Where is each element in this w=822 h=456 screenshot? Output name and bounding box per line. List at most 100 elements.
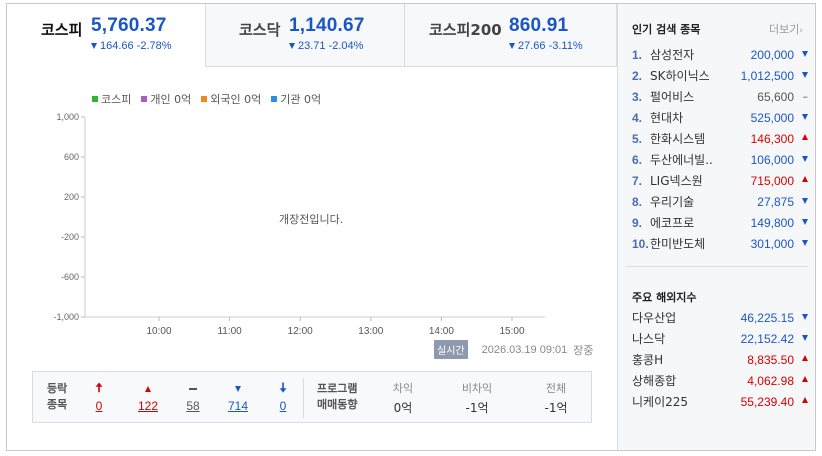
program-total: 전체 -1억 bbox=[531, 381, 581, 416]
program-value: -1억 bbox=[465, 401, 489, 415]
more-text: 더보기 bbox=[769, 23, 800, 36]
label-line: 종목 bbox=[47, 398, 68, 411]
change-indicator bbox=[794, 155, 808, 165]
chart-legend: 코스피 개인 0억 외국인 0억 기관 0억 bbox=[92, 91, 321, 107]
program-value: -1억 bbox=[544, 401, 568, 415]
stock-price: 106,000 bbox=[750, 152, 794, 167]
advance-decline-box: 등락 종목 🠅 0 122 58 714 🠇 0 프로그램 매매동향 차익 0억… bbox=[32, 371, 592, 423]
world-index-row[interactable]: 상해종합 4,062.98 bbox=[632, 370, 808, 391]
stock-price: 715,000 bbox=[750, 173, 794, 188]
rank-number: 1. bbox=[632, 47, 643, 62]
y-tick-label: -200 bbox=[61, 232, 79, 242]
legend-item: 개인 0억 bbox=[141, 91, 191, 107]
y-tick-label: -600 bbox=[61, 272, 79, 282]
legend-label: 개인 0억 bbox=[150, 93, 192, 106]
world-index-row[interactable]: 다우산업 46,225.15 bbox=[632, 307, 808, 328]
rank-number: 2. bbox=[632, 68, 643, 83]
popular-stock-row[interactable]: 3. 펄어비스 65,600– bbox=[632, 86, 808, 107]
timestamp-bar: 실시간 2026.03.19 09:01 장중 bbox=[434, 340, 594, 359]
down-triangle-icon bbox=[802, 334, 808, 341]
popular-stock-row[interactable]: 5. 한화시스템 146,300 bbox=[632, 128, 808, 149]
tab-name: 코스닥 bbox=[239, 21, 281, 39]
lower-limit-count[interactable]: 0 bbox=[273, 399, 293, 413]
popular-stock-row[interactable]: 1. 삼성전자 200,000 bbox=[632, 44, 808, 65]
tab-change-text: 27.66 -3.11% bbox=[518, 40, 583, 52]
x-tick-label: 15:00 bbox=[499, 326, 524, 337]
index-name: 다우산업 bbox=[632, 311, 677, 325]
x-tick-label: 12:00 bbox=[288, 326, 313, 337]
rank-number: 4. bbox=[632, 110, 643, 125]
legend-item: 코스피 bbox=[92, 91, 131, 107]
index-name: 니케이225 bbox=[632, 395, 689, 409]
tab-name: 코스피200 bbox=[429, 19, 502, 40]
upper-limit-icon: 🠅 bbox=[95, 381, 103, 396]
world-index-list: 다우산업 46,225.15 나스닥 22,152.42 홍콩H 8,835.50 상해종합… bbox=[632, 307, 808, 412]
change-indicator bbox=[794, 71, 808, 81]
rise-count[interactable]: 122 bbox=[133, 399, 163, 413]
down-triangle-icon bbox=[802, 50, 808, 57]
lower-limit-col: 🠇 0 bbox=[273, 381, 293, 413]
legend-swatch bbox=[201, 96, 208, 102]
y-tick-label: 1,000 bbox=[56, 112, 79, 122]
tab-name-text: 코스피200 bbox=[429, 21, 502, 39]
program-head: 전체 bbox=[545, 382, 567, 395]
change-indicator: – bbox=[794, 90, 809, 103]
y-tick-label: -1,000 bbox=[53, 312, 79, 322]
world-index-row[interactable]: 홍콩H 8,835.50 bbox=[632, 349, 808, 370]
tab-name: 코스피 bbox=[41, 21, 83, 39]
realtime-button[interactable]: 실시간 bbox=[434, 340, 468, 359]
chart-message: 개장전입니다. bbox=[279, 213, 344, 226]
tab-kospi200[interactable]: 코스피200 860.91 27.66 -3.11% bbox=[405, 4, 617, 67]
down-triangle-icon bbox=[802, 313, 808, 320]
chevron-right-icon: › bbox=[799, 26, 803, 36]
tab-value: 1,140.67 bbox=[289, 15, 365, 36]
popular-stock-row[interactable]: 6. 두산에너빌.. 106,000 bbox=[632, 149, 808, 170]
flat-count[interactable]: 58 bbox=[181, 399, 205, 413]
fall-col: 714 bbox=[225, 381, 251, 413]
popular-stock-row[interactable]: 4. 현대차 525,000 bbox=[632, 107, 808, 128]
flat-icon bbox=[189, 388, 197, 390]
world-index-row[interactable]: 니케이225 55,239.40 bbox=[632, 391, 808, 412]
tab-change: 164.66 -2.78% bbox=[91, 40, 172, 52]
program-head: 비차익 bbox=[461, 382, 493, 395]
x-tick-label: 10:00 bbox=[146, 326, 171, 337]
stock-price: 200,000 bbox=[750, 47, 794, 62]
popular-stock-row[interactable]: 7. LIG넥스원 715,000 bbox=[632, 170, 808, 191]
change-indicator bbox=[794, 375, 808, 386]
stock-price: 1,012,500 bbox=[740, 68, 794, 83]
popular-stock-row[interactable]: 2. SK하이닉스 1,012,500 bbox=[632, 65, 808, 86]
rank-number: 3. bbox=[632, 89, 643, 104]
stock-name: 한미반도체 bbox=[650, 237, 706, 251]
tab-change-text: 164.66 -2.78% bbox=[100, 40, 172, 52]
y-tick-label: 200 bbox=[64, 192, 79, 202]
lower-limit-icon: 🠇 bbox=[279, 381, 287, 396]
change-indicator bbox=[794, 354, 808, 365]
more-link[interactable]: 더보기› bbox=[769, 21, 803, 37]
index-name: 상해종합 bbox=[632, 374, 677, 388]
popular-stock-row[interactable]: 10. 한미반도체 301,000 bbox=[632, 233, 808, 254]
popular-stock-row[interactable]: 8. 우리기술 27,875 bbox=[632, 191, 808, 212]
change-indicator bbox=[794, 396, 808, 407]
rank-number: 7. bbox=[632, 173, 643, 188]
upper-limit-col: 🠅 0 bbox=[89, 381, 109, 413]
advance-decline-label: 등락 종목 bbox=[47, 381, 67, 413]
program-trading-label: 프로그램 매매동향 bbox=[317, 381, 357, 413]
fall-count[interactable]: 714 bbox=[225, 399, 251, 413]
stock-price: 301,000 bbox=[750, 236, 794, 251]
down-triangle-icon bbox=[91, 43, 97, 49]
fall-icon bbox=[235, 386, 241, 392]
popular-stock-row[interactable]: 9. 에코프로 149,800 bbox=[632, 212, 808, 233]
tab-kospi[interactable]: 코스피 5,760.37 164.66 -2.78% bbox=[7, 4, 206, 67]
stock-price: 525,000 bbox=[750, 110, 794, 125]
tab-change: 27.66 -3.11% bbox=[509, 40, 583, 52]
tab-kosdaq[interactable]: 코스닥 1,140.67 23.71 -2.04% bbox=[206, 4, 405, 67]
upper-limit-count[interactable]: 0 bbox=[89, 399, 109, 413]
market-status: 장중 bbox=[573, 343, 594, 357]
stock-name: LIG넥스원 bbox=[650, 174, 703, 188]
label-line: 등락 bbox=[47, 382, 68, 395]
program-head: 차익 bbox=[392, 382, 414, 395]
down-triangle-icon bbox=[802, 197, 808, 204]
change-indicator bbox=[794, 313, 808, 323]
world-index-row[interactable]: 나스닥 22,152.42 bbox=[632, 328, 808, 349]
change-indicator bbox=[794, 175, 808, 186]
